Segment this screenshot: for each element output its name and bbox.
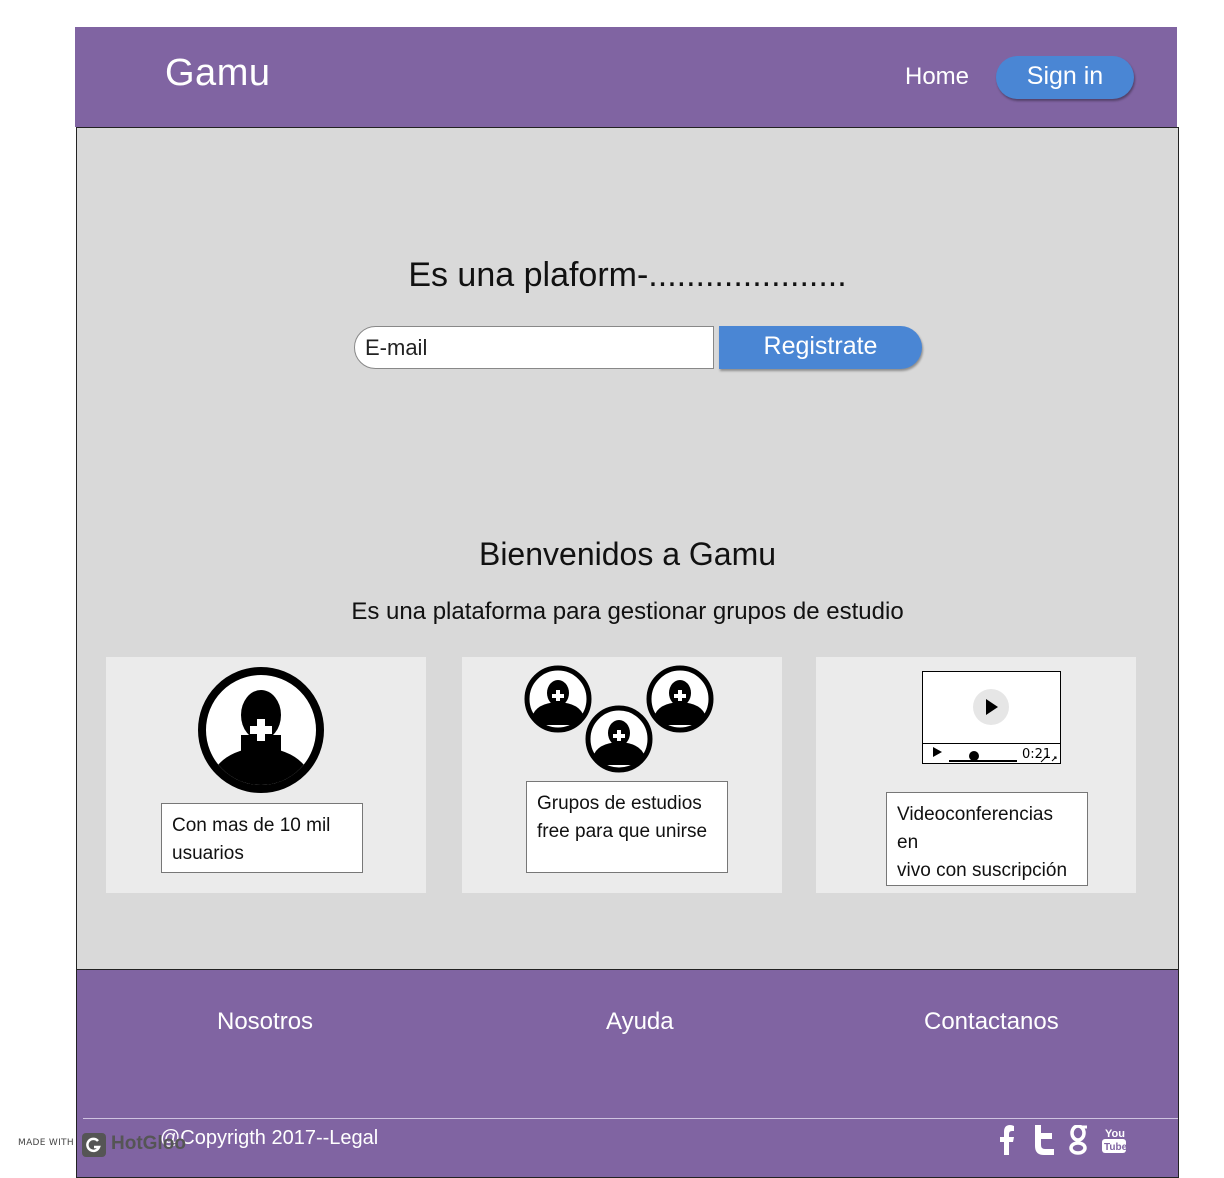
email-input[interactable]: E-mail [354,326,714,369]
footer-link-contactanos[interactable]: Contactanos [924,1008,1059,1036]
feature-card-groups: Grupos de estudios free para que unirse [462,657,782,893]
feature-card-video: 0:21 Videoconferencias en vivo con suscr… [816,657,1136,893]
hero-section: Es una plaform-..................... E-m… [76,127,1179,503]
play-button[interactable] [973,689,1009,725]
play-icon [986,699,998,715]
nav-home-link[interactable]: Home [905,63,969,91]
footer-divider [83,1118,1178,1119]
card-text-line: usuarios [172,843,244,864]
about-section: Bienvenidos a Gamu Es una plataforma par… [76,502,1179,970]
group-icon [524,665,718,773]
about-subtitle: Es una plataforma para gestionar grupos … [351,598,904,625]
video-controls-divider [923,743,1060,744]
hotgloo-logo-icon [82,1133,106,1157]
fullscreen-icon[interactable] [1040,753,1058,763]
google-icon[interactable] [1069,1125,1089,1155]
hero-title: Es una plaform-..................... [408,256,847,294]
hotgloo-brand: HotGloo [111,1133,186,1154]
sign-in-button[interactable]: Sign in [996,56,1134,99]
video-player[interactable]: 0:21 [922,671,1061,764]
feature-card-users: Con mas de 10 mil usuarios [106,657,426,893]
play-small-icon[interactable] [931,746,943,758]
made-with-label: MADE WITH [18,1138,74,1148]
card-text-line: vivo con suscripción [897,860,1068,881]
footer: Nosotros Ayuda Contactanos @Copyrigth 20… [76,970,1179,1178]
facebook-icon[interactable] [999,1125,1015,1155]
register-button[interactable]: Registrate [719,326,922,369]
copyright-text: @Copyrigth 2017--Legal [160,1127,379,1149]
feature-card-text: Con mas de 10 mil usuarios [161,803,363,873]
svg-text:You: You [1105,1128,1125,1140]
about-title: Bienvenidos a Gamu [478,536,777,572]
footer-link-nosotros[interactable]: Nosotros [217,1008,313,1036]
card-text-line: free para que unirse [537,821,708,842]
svg-text:Tube: Tube [1104,1142,1127,1153]
youtube-icon[interactable]: You Tube [1101,1125,1127,1155]
card-text-line: Videoconferencias en [897,804,1053,853]
video-progress-track[interactable] [949,760,1017,762]
twitter-icon[interactable] [1032,1125,1056,1155]
footer-link-ayuda[interactable]: Ayuda [606,1008,674,1036]
user-add-icon [198,667,324,793]
feature-card-text: Grupos de estudios free para que unirse [526,781,728,873]
video-progress-knob[interactable] [969,751,979,761]
card-text-line: Grupos de estudios [537,793,702,814]
logo[interactable]: Gamu [165,52,270,95]
card-text-line: Con mas de 10 mil [172,815,331,836]
feature-card-text: Videoconferencias en vivo con suscripció… [886,792,1088,886]
